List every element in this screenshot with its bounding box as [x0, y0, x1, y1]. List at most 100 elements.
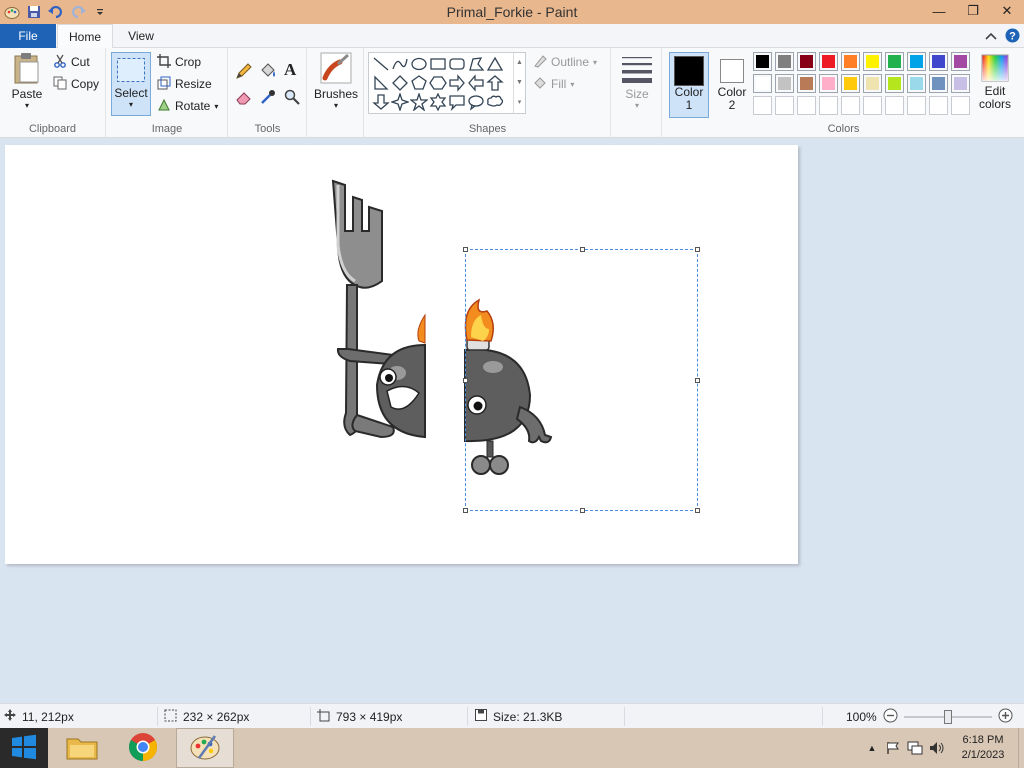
eraser-icon[interactable] [235, 88, 253, 106]
copy-button[interactable]: Copy [53, 74, 99, 94]
palette-swatch[interactable] [885, 96, 904, 115]
help-icon[interactable]: ? [1005, 28, 1020, 46]
palette-swatch[interactable] [951, 74, 970, 93]
triangle-shape-icon[interactable] [486, 55, 504, 73]
paste-button[interactable]: Paste ▾ [8, 52, 46, 118]
taskbar-file-explorer[interactable] [54, 728, 110, 768]
palette-swatch[interactable] [951, 52, 970, 71]
polygon-shape-icon[interactable] [467, 55, 485, 73]
palette-swatch[interactable] [907, 52, 926, 71]
down-arrow-shape-icon[interactable] [372, 93, 390, 111]
palette-swatch[interactable] [775, 52, 794, 71]
pentagon-shape-icon[interactable] [410, 74, 428, 92]
hexagon-shape-icon[interactable] [429, 74, 447, 92]
right-arrow-shape-icon[interactable] [448, 74, 466, 92]
text-tool-icon[interactable]: A [284, 60, 296, 80]
rounded-rectangle-shape-icon[interactable] [448, 55, 466, 73]
brushes-button[interactable]: Brushes ▾ [314, 52, 358, 116]
six-point-star-shape-icon[interactable] [429, 93, 447, 111]
palette-swatch[interactable] [753, 74, 772, 93]
zoom-slider-thumb[interactable] [943, 709, 952, 724]
palette-swatch[interactable] [885, 74, 904, 93]
tab-file[interactable]: File [0, 24, 56, 48]
size-button[interactable]: Size ▾ [618, 52, 656, 116]
magnifier-icon[interactable] [283, 88, 301, 106]
resize-handle-right[interactable] [695, 378, 700, 383]
system-clock[interactable]: 6:18 PM 2/1/2023 [948, 733, 1018, 763]
show-desktop-button[interactable] [1018, 728, 1024, 768]
color-picker-icon[interactable] [259, 88, 277, 106]
palette-swatch[interactable] [775, 96, 794, 115]
palette-swatch[interactable] [929, 52, 948, 71]
zoom-out-icon[interactable] [883, 708, 898, 726]
restore-button[interactable]: ❐ [956, 0, 990, 22]
resize-handle-top-left[interactable] [463, 247, 468, 252]
palette-swatch[interactable] [841, 74, 860, 93]
palette-swatch[interactable] [951, 96, 970, 115]
pencil-icon[interactable] [235, 62, 253, 80]
close-button[interactable]: ✕ [990, 0, 1024, 22]
outline-button[interactable]: Outline ▾ [533, 52, 597, 72]
palette-swatch[interactable] [863, 96, 882, 115]
palette-swatch[interactable] [929, 74, 948, 93]
resize-handle-bottom[interactable] [580, 508, 585, 513]
palette-swatch[interactable] [797, 52, 816, 71]
palette-swatch[interactable] [907, 96, 926, 115]
line-shape-icon[interactable] [372, 55, 390, 73]
palette-swatch[interactable] [775, 74, 794, 93]
action-center-flag-icon[interactable] [882, 741, 904, 755]
minimize-button[interactable]: — [922, 0, 956, 22]
zoom-slider[interactable] [903, 709, 992, 724]
palette-swatch[interactable] [753, 96, 772, 115]
show-hidden-icons-icon[interactable]: ▲ [862, 743, 882, 753]
palette-swatch[interactable] [863, 52, 882, 71]
zoom-in-icon[interactable] [998, 708, 1013, 726]
resize-button[interactable]: Resize [157, 74, 212, 94]
palette-swatch[interactable] [753, 52, 772, 71]
color2-button[interactable]: Color 2 [713, 52, 751, 118]
palette-swatch[interactable] [797, 74, 816, 93]
rectangle-shape-icon[interactable] [429, 55, 447, 73]
oval-callout-shape-icon[interactable] [467, 93, 485, 111]
resize-handle-top[interactable] [580, 247, 585, 252]
palette-swatch[interactable] [885, 52, 904, 71]
taskbar-chrome[interactable] [115, 728, 171, 768]
curve-shape-icon[interactable] [391, 55, 409, 73]
left-arrow-shape-icon[interactable] [467, 74, 485, 92]
taskbar-paint[interactable] [176, 728, 234, 768]
crop-button[interactable]: Crop [157, 52, 201, 72]
right-triangle-shape-icon[interactable] [372, 74, 390, 92]
resize-handle-top-right[interactable] [695, 247, 700, 252]
palette-swatch[interactable] [863, 74, 882, 93]
tab-view[interactable]: View [115, 24, 167, 48]
tab-home[interactable]: Home [57, 24, 113, 49]
fill-bucket-icon[interactable] [259, 62, 277, 80]
palette-swatch[interactable] [797, 96, 816, 115]
diamond-shape-icon[interactable] [391, 74, 409, 92]
select-button[interactable]: Select ▾ [111, 52, 151, 116]
oval-shape-icon[interactable] [410, 55, 428, 73]
selection-rectangle[interactable] [463, 247, 700, 513]
resize-handle-left[interactable] [463, 378, 468, 383]
rotate-button[interactable]: Rotate ▾ [157, 96, 218, 116]
resize-handle-bottom-left[interactable] [463, 508, 468, 513]
four-point-star-shape-icon[interactable] [391, 93, 409, 111]
palette-swatch[interactable] [841, 52, 860, 71]
fill-button[interactable]: Fill ▾ [533, 74, 574, 94]
network-icon[interactable] [904, 741, 926, 755]
up-arrow-shape-icon[interactable] [486, 74, 504, 92]
cut-button[interactable]: Cut [53, 52, 90, 72]
palette-swatch[interactable] [819, 52, 838, 71]
palette-swatch[interactable] [819, 74, 838, 93]
palette-swatch[interactable] [929, 96, 948, 115]
palette-swatch[interactable] [819, 96, 838, 115]
volume-icon[interactable] [926, 741, 948, 755]
palette-swatch[interactable] [907, 74, 926, 93]
shapes-scroll[interactable]: ▲ ▼ ▾ [513, 53, 525, 113]
collapse-ribbon-icon[interactable] [985, 30, 997, 44]
cloud-callout-shape-icon[interactable] [486, 93, 504, 111]
start-button[interactable] [0, 728, 48, 768]
rounded-callout-shape-icon[interactable] [448, 93, 466, 111]
five-point-star-shape-icon[interactable] [410, 93, 428, 111]
palette-swatch[interactable] [841, 96, 860, 115]
